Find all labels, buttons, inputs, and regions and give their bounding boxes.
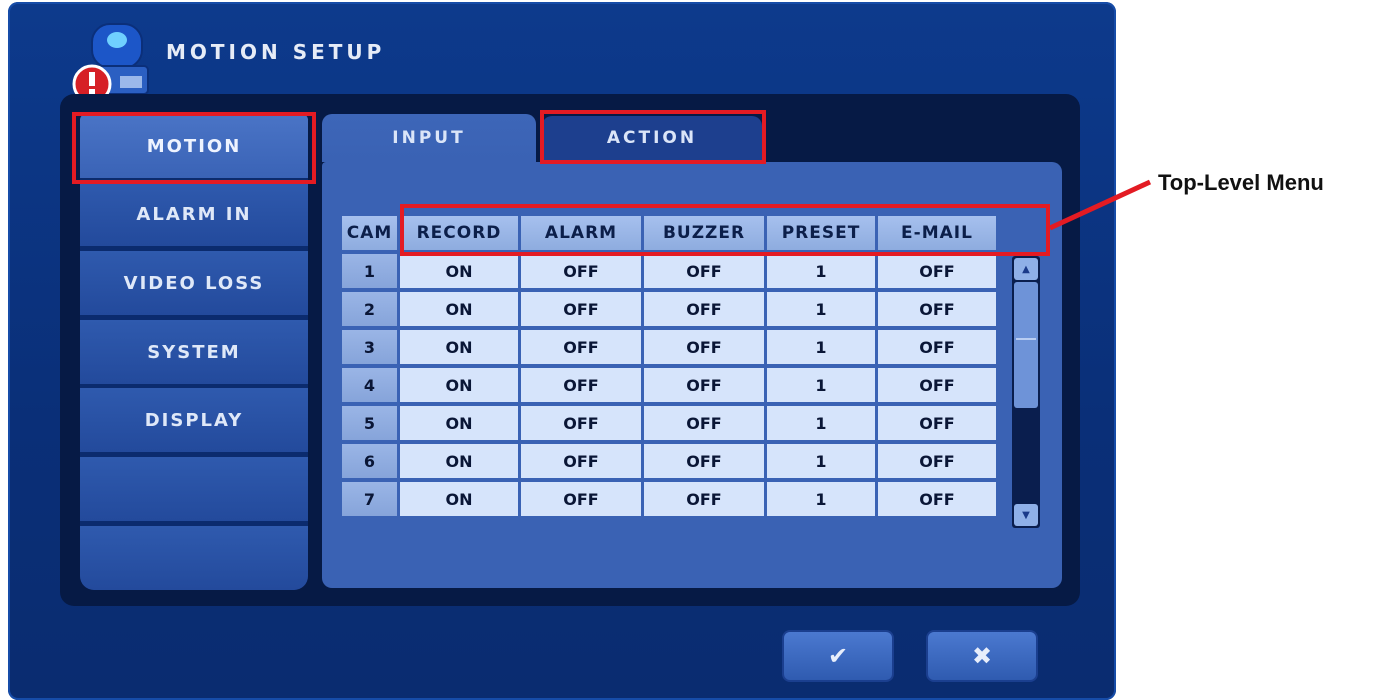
callout-arrow: [1048, 179, 1152, 231]
annotation-label: Top-Level Menu: [1158, 170, 1324, 195]
